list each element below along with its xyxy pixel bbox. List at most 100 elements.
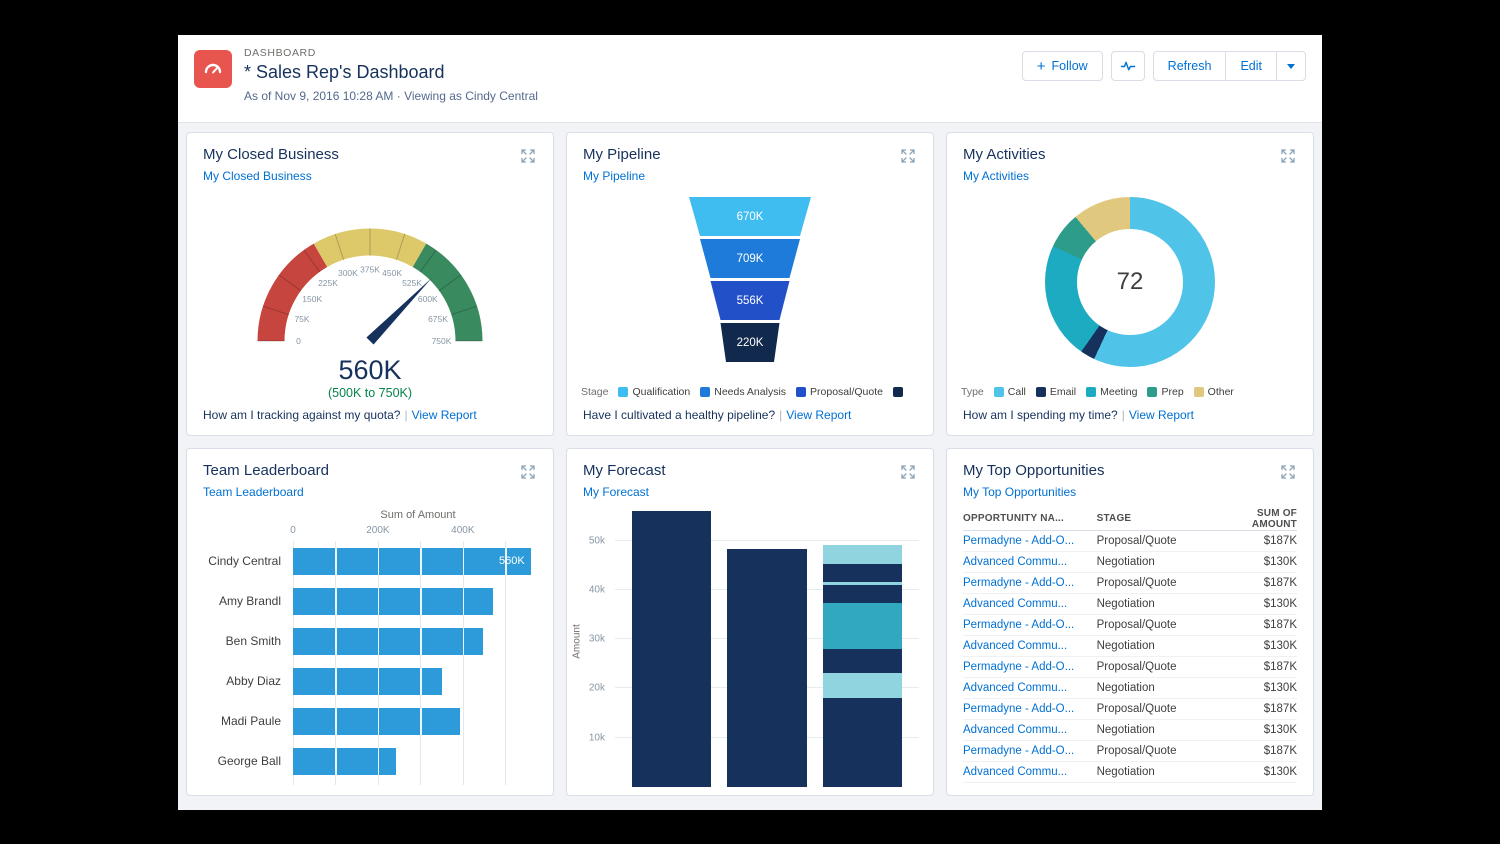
follow-button[interactable]: + Follow [1022, 51, 1103, 81]
forecast-bar-segment[interactable] [823, 673, 902, 699]
opportunity-link[interactable]: Permadyne - Add-O... [963, 535, 1097, 547]
opportunity-link[interactable]: Advanced Commu... [963, 724, 1097, 736]
forecast-bar-segment[interactable] [823, 545, 902, 565]
card-my-closed-business: My Closed Business My Closed Business 07… [186, 132, 554, 436]
amount-cell: $130K [1217, 682, 1297, 694]
column-header[interactable]: SUM OF AMOUNT [1217, 508, 1297, 530]
forecast-column [823, 545, 902, 787]
opportunity-link[interactable]: Advanced Commu... [963, 640, 1097, 652]
legend-item: Meeting [1086, 386, 1137, 398]
legend-label: Meeting [1100, 386, 1137, 398]
opportunity-link[interactable]: Permadyne - Add-O... [963, 745, 1097, 757]
leaderboard-row: Cindy Central560K [193, 541, 543, 581]
view-report-link[interactable]: View Report [786, 408, 851, 422]
amount-cell: $130K [1217, 640, 1297, 652]
funnel-segment[interactable]: 670K [689, 197, 811, 236]
card-title: My Closed Business [203, 145, 339, 164]
legend-swatch [1036, 387, 1046, 397]
opportunity-link[interactable]: Permadyne - Add-O... [963, 577, 1097, 589]
forecast-bar-segment[interactable] [823, 603, 902, 649]
expand-icon[interactable] [519, 147, 537, 168]
donut-center-value: 72 [1117, 268, 1144, 296]
leaderboard-bar[interactable] [293, 668, 442, 695]
plus-icon: + [1037, 59, 1046, 74]
forecast-bar-segment[interactable] [823, 564, 902, 582]
card-subtitle-link[interactable]: My Closed Business [203, 169, 312, 183]
footer-question: How am I spending my time? [963, 408, 1118, 422]
amount-cell: $187K [1217, 577, 1297, 589]
y-axis-tick-label: 30k [589, 634, 605, 645]
card-subtitle-link[interactable]: My Pipeline [583, 169, 645, 183]
legend-item: Qualification [618, 386, 690, 398]
opportunity-link[interactable]: Advanced Commu... [963, 766, 1097, 778]
expand-icon[interactable] [1279, 147, 1297, 168]
stage-cell: Negotiation [1097, 766, 1217, 778]
chevron-down-icon [1287, 64, 1295, 69]
subscribe-button[interactable] [1111, 51, 1145, 81]
forecast-bar-segment[interactable] [823, 649, 902, 673]
opportunity-link[interactable]: Permadyne - Add-O... [963, 661, 1097, 673]
expand-icon[interactable] [519, 463, 537, 484]
stage-cell: Proposal/Quote [1097, 619, 1217, 631]
opportunity-link[interactable]: Advanced Commu... [963, 556, 1097, 568]
dashboard-actions-group: Refresh Edit [1153, 51, 1306, 81]
stage-cell: Negotiation [1097, 640, 1217, 652]
footer-question: How am I tracking against my quota? [203, 408, 400, 422]
card-my-top-opportunities: My Top Opportunities My Top Opportunitie… [946, 448, 1314, 796]
refresh-button[interactable]: Refresh [1153, 51, 1227, 81]
amount-cell: $130K [1217, 766, 1297, 778]
leaderboard-bar[interactable] [293, 748, 396, 775]
legend-title: Type [961, 386, 984, 398]
card-subtitle-link[interactable]: My Top Opportunities [963, 485, 1076, 499]
forecast-bar-segment[interactable] [823, 585, 902, 602]
opportunity-link[interactable]: Advanced Commu... [963, 598, 1097, 610]
funnel-value-label: 670K [737, 211, 764, 223]
funnel-segment[interactable]: 709K [689, 239, 811, 278]
expand-icon[interactable] [899, 147, 917, 168]
card-subtitle-link[interactable]: Team Leaderboard [203, 485, 304, 499]
stage-cell: Negotiation [1097, 682, 1217, 694]
closed-business-gauge[interactable]: 075K150K225K300K375K450K525K600K675K750K… [205, 191, 535, 403]
more-actions-button[interactable] [1276, 51, 1306, 81]
gauge-range-label: (500K to 750K) [328, 386, 412, 400]
svg-text:750K: 750K [432, 336, 452, 346]
table-header: OPPORTUNITY NA...STAGESUM OF AMOUNT [963, 507, 1297, 531]
y-axis-tick-label: 10k [589, 732, 605, 743]
legend-label: Needs Analysis [714, 386, 786, 398]
leaderboard-bar[interactable] [293, 708, 460, 735]
dashboard-header: DASHBOARD * Sales Rep's Dashboard As of … [178, 35, 1322, 123]
view-report-link[interactable]: View Report [412, 408, 477, 422]
legend-item [893, 387, 903, 397]
funnel-segment[interactable]: 556K [689, 281, 811, 320]
donut-chart: 72 [947, 185, 1313, 386]
amount-cell: $130K [1217, 724, 1297, 736]
svg-text:225K: 225K [318, 278, 338, 288]
leaderboard-bar[interactable] [293, 588, 493, 615]
legend-swatch [618, 387, 628, 397]
opportunity-link[interactable]: Permadyne - Add-O... [963, 619, 1097, 631]
legend-item: Prep [1147, 386, 1183, 398]
view-report-link[interactable]: View Report [1129, 408, 1194, 422]
stage-cell: Proposal/Quote [1097, 535, 1217, 547]
card-subtitle-link[interactable]: My Activities [963, 169, 1029, 183]
expand-icon[interactable] [899, 463, 917, 484]
column-header[interactable]: OPPORTUNITY NA... [963, 513, 1097, 524]
stage-cell: Proposal/Quote [1097, 745, 1217, 757]
funnel-value-label: 556K [737, 295, 764, 307]
leaderboard-bar[interactable] [293, 628, 483, 655]
activities-donut[interactable]: 72 [1045, 197, 1215, 367]
edit-button[interactable]: Edit [1225, 51, 1277, 81]
forecast-bar-segment[interactable] [632, 511, 711, 787]
funnel-segment[interactable]: 220K [689, 323, 811, 362]
opportunity-link[interactable]: Advanced Commu... [963, 682, 1097, 694]
leaderboard-bar[interactable]: 560K [293, 548, 531, 575]
gauge-chart: 075K150K225K300K375K450K525K600K675K750K… [187, 185, 553, 408]
expand-icon[interactable] [1279, 463, 1297, 484]
forecast-bar-segment[interactable] [823, 698, 902, 787]
forecast-bar-segment[interactable] [727, 549, 806, 787]
column-header[interactable]: STAGE [1097, 513, 1217, 524]
donut-hole: 72 [1077, 229, 1182, 334]
leaderboard-chart: Sum of Amount0200K400KCindy Central560KA… [187, 501, 553, 795]
card-subtitle-link[interactable]: My Forecast [583, 485, 649, 499]
opportunity-link[interactable]: Permadyne - Add-O... [963, 703, 1097, 715]
